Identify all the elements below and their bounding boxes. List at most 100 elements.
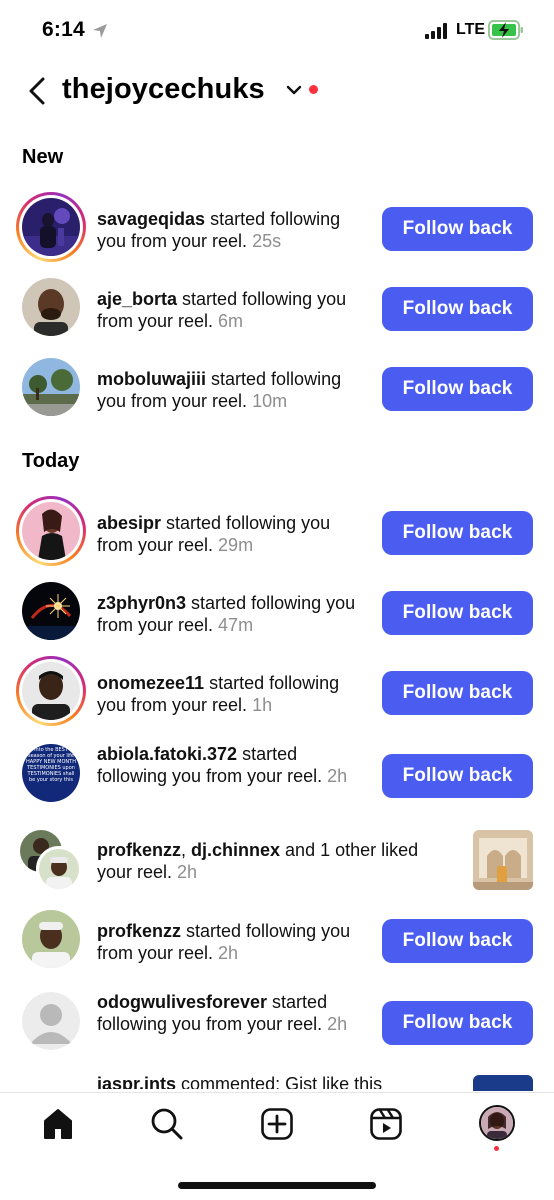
- avatar-story-ring[interactable]: [16, 496, 86, 566]
- location-arrow-icon: [93, 24, 107, 38]
- create-icon: [261, 1108, 293, 1140]
- cellular-signal-icon: [425, 23, 447, 39]
- activity-text-partial: jaspr.ints commented: Gist like this: [97, 1073, 382, 1089]
- avatar-wrapper[interactable]: [16, 576, 86, 646]
- tab-reels[interactable]: [369, 1107, 403, 1141]
- notification-dot: [309, 85, 318, 94]
- search-icon: [151, 1108, 183, 1140]
- follow-back-button[interactable]: Follow back: [382, 591, 533, 635]
- timestamp: 2h: [327, 1014, 348, 1034]
- profile-avatar: [481, 1107, 513, 1139]
- timestamp: 29m: [218, 535, 254, 555]
- timestamp: 2h: [218, 943, 239, 963]
- activity-text: profkenzz, dj.chinnex and 1 other liked …: [97, 840, 419, 882]
- reels-icon: [370, 1108, 402, 1140]
- follow-back-button[interactable]: Follow back: [382, 207, 533, 251]
- username[interactable]: dj.chinnex: [191, 840, 280, 860]
- tab-create[interactable]: [260, 1107, 294, 1141]
- activity-text: z3phyr0n3 started following you from you…: [97, 593, 356, 635]
- back-chevron-icon[interactable]: [26, 76, 48, 106]
- timestamp: 1h: [252, 695, 273, 715]
- follow-back-button[interactable]: Follow back: [382, 919, 533, 963]
- status-time: 6:14: [42, 18, 85, 41]
- avatar-wrapper[interactable]: [16, 272, 86, 342]
- activity-row: aje_borta started following you from you…: [0, 272, 554, 346]
- follow-back-button[interactable]: Follow back: [382, 287, 533, 331]
- avatar: [22, 278, 80, 336]
- follow-back-button[interactable]: Follow back: [382, 754, 533, 798]
- avatar-caption-text: into the BEST season of your life HAPPY …: [26, 747, 76, 783]
- timestamp: 6m: [218, 311, 244, 331]
- timestamp: 47m: [218, 615, 254, 635]
- activity-row: profkenzz started following you from you…: [0, 904, 554, 978]
- avatar-story-ring[interactable]: [16, 192, 86, 262]
- activity-row: savageqidas started following you from y…: [0, 192, 554, 266]
- username[interactable]: profkenzz: [97, 921, 181, 941]
- username[interactable]: odogwulivesforever: [97, 992, 267, 1012]
- status-bar: 6:14 LTE: [0, 0, 554, 60]
- follow-back-button[interactable]: Follow back: [382, 671, 533, 715]
- tab-profile[interactable]: [479, 1105, 515, 1141]
- username[interactable]: abiola.fatoki.372: [97, 744, 237, 764]
- username[interactable]: moboluwajiii: [97, 369, 206, 389]
- username[interactable]: abesipr: [97, 513, 161, 533]
- username[interactable]: z3phyr0n3: [97, 593, 186, 613]
- avatar-wrapper[interactable]: [16, 986, 86, 1056]
- username[interactable]: savageqidas: [97, 209, 205, 229]
- chevron-down-icon[interactable]: [286, 84, 302, 96]
- activity-row: onomezee11 started following you from yo…: [0, 656, 554, 730]
- avatar-story-ring[interactable]: [16, 656, 86, 726]
- stacked-avatars[interactable]: [20, 830, 84, 894]
- follow-back-button[interactable]: Follow back: [382, 367, 533, 411]
- activity-text: aje_borta started following you from you…: [97, 289, 347, 331]
- header: thejoycechuks: [0, 66, 554, 114]
- avatar: [22, 910, 80, 968]
- avatar-front: [36, 846, 82, 892]
- notification-dot: [494, 1146, 499, 1151]
- activity-text: odogwulivesforever started following you…: [97, 992, 348, 1034]
- account-name[interactable]: thejoycechuks: [62, 73, 265, 106]
- activity-text: abiola.fatoki.372 started following you …: [97, 744, 348, 786]
- avatar-wrapper[interactable]: into the BEST season of your life HAPPY …: [16, 738, 86, 808]
- activity-text: moboluwajiii started following you from …: [97, 369, 342, 411]
- avatar: [22, 662, 80, 720]
- activity-row: z3phyr0n3 started following you from you…: [0, 576, 554, 650]
- home-icon: [44, 1109, 72, 1139]
- activity-row: moboluwajiii started following you from …: [0, 352, 554, 426]
- tab-search[interactable]: [150, 1107, 184, 1141]
- avatar: into the BEST season of your life HAPPY …: [22, 744, 80, 802]
- activity-text: abesipr started following you from your …: [97, 513, 331, 555]
- username[interactable]: jaspr.ints: [97, 1074, 176, 1089]
- avatar-wrapper[interactable]: [16, 904, 86, 974]
- default-avatar: [22, 992, 80, 1050]
- username[interactable]: onomezee11: [97, 673, 204, 693]
- avatar: [22, 582, 80, 640]
- activity-text: profkenzz started following you from you…: [97, 921, 351, 963]
- section-title-today: Today: [22, 450, 80, 472]
- timestamp: 25s: [252, 231, 282, 251]
- username[interactable]: aje_borta: [97, 289, 177, 309]
- username[interactable]: profkenzz: [97, 840, 181, 860]
- timestamp: 2h: [177, 862, 198, 882]
- battery-charging-icon: [488, 20, 523, 40]
- tab-home[interactable]: [41, 1107, 75, 1141]
- follow-back-button[interactable]: Follow back: [382, 511, 533, 555]
- activity-row: into the BEST season of your life HAPPY …: [0, 738, 554, 812]
- activity-row: odogwulivesforever started following you…: [0, 986, 554, 1060]
- timestamp: 2h: [327, 766, 348, 786]
- activity-row: profkenzz, dj.chinnex and 1 other liked …: [0, 828, 554, 902]
- post-thumbnail-partial[interactable]: [473, 1075, 533, 1091]
- activity-text: onomezee11 started following you from yo…: [97, 673, 340, 715]
- avatar: [22, 198, 80, 256]
- network-type: LTE: [456, 21, 486, 38]
- follow-back-button[interactable]: Follow back: [382, 1001, 533, 1045]
- timestamp: 10m: [252, 391, 288, 411]
- avatar-wrapper[interactable]: [16, 352, 86, 422]
- avatar: [22, 358, 80, 416]
- activity-row: abesipr started following you from your …: [0, 496, 554, 570]
- activity-text: savageqidas started following you from y…: [97, 209, 341, 251]
- reel-thumbnail[interactable]: [473, 830, 533, 890]
- home-indicator: [178, 1182, 376, 1189]
- section-title-new: New: [22, 146, 64, 168]
- avatar: [22, 502, 80, 560]
